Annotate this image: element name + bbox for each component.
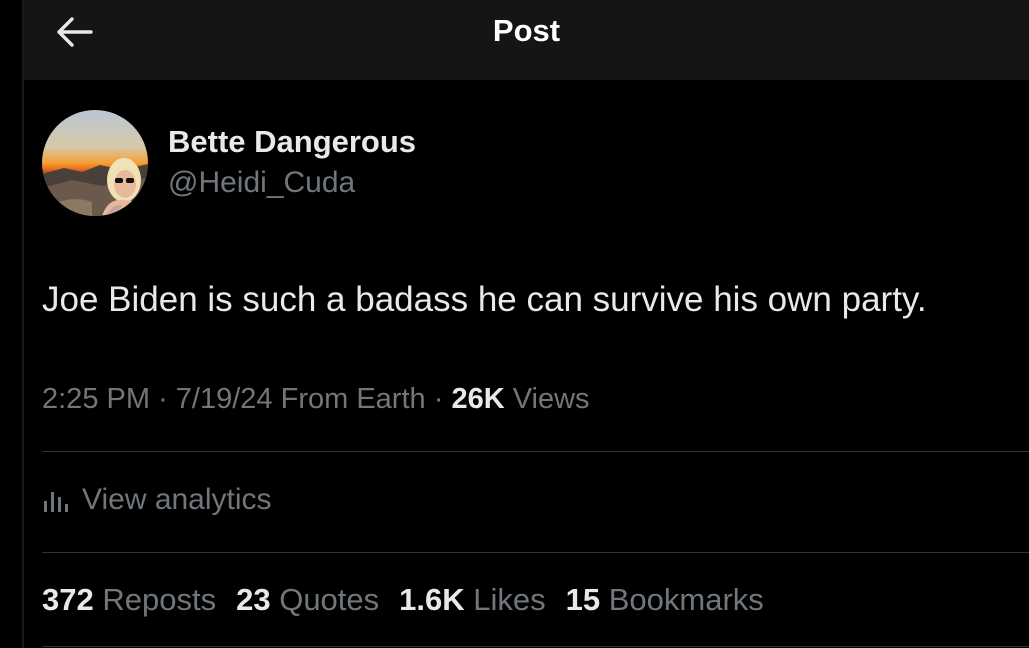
view-analytics-label: View analytics: [82, 483, 272, 516]
post-metadata: 2:25 PM · 7/19/24 From Earth · 26K Views: [42, 383, 590, 416]
quotes-count: 23: [236, 582, 271, 617]
meta-separator: ·: [433, 383, 444, 415]
views-count: 26K: [451, 383, 505, 415]
post-source: From Earth: [280, 383, 426, 415]
reposts-stat[interactable]: 372 Reposts: [42, 582, 216, 618]
quotes-stat[interactable]: 23 Quotes: [236, 582, 379, 618]
top-header: Post: [24, 0, 1029, 80]
author-handle[interactable]: @Heidi_Cuda: [168, 166, 355, 200]
column-border: [22, 0, 24, 648]
bookmarks-stat[interactable]: 15 Bookmarks: [566, 582, 764, 618]
author-display-name[interactable]: Bette Dangerous: [168, 124, 416, 160]
post-date[interactable]: 7/19/24: [176, 383, 273, 415]
likes-count: 1.6K: [399, 582, 465, 617]
bar-chart-icon: [44, 492, 68, 512]
engagement-stats: 372 Reposts 23 Quotes 1.6K Likes 15 Book…: [42, 582, 784, 618]
page-title: Post: [492, 13, 561, 48]
post-time[interactable]: 2:25 PM: [42, 383, 150, 415]
likes-label: Likes: [473, 582, 546, 617]
view-analytics-button[interactable]: View analytics: [42, 481, 272, 519]
avatar-image: [42, 110, 148, 216]
bookmarks-count: 15: [565, 582, 601, 617]
avatar[interactable]: [42, 110, 148, 216]
quotes-label: Quotes: [279, 582, 380, 617]
post-page: Post Bette Dangerous @Heidi_Cuda Joe Bid…: [0, 0, 1029, 648]
bookmarks-label: Bookmarks: [608, 582, 764, 617]
likes-stat[interactable]: 1.6K Likes: [399, 582, 545, 618]
reposts-count: 372: [42, 582, 94, 617]
divider: [42, 451, 1029, 452]
divider: [42, 646, 1029, 647]
meta-separator: ·: [158, 383, 168, 415]
post-text: Joe Biden is such a badass he can surviv…: [42, 280, 927, 319]
views-label: Views: [512, 383, 590, 415]
divider: [42, 552, 1029, 553]
reposts-label: Reposts: [102, 582, 217, 617]
